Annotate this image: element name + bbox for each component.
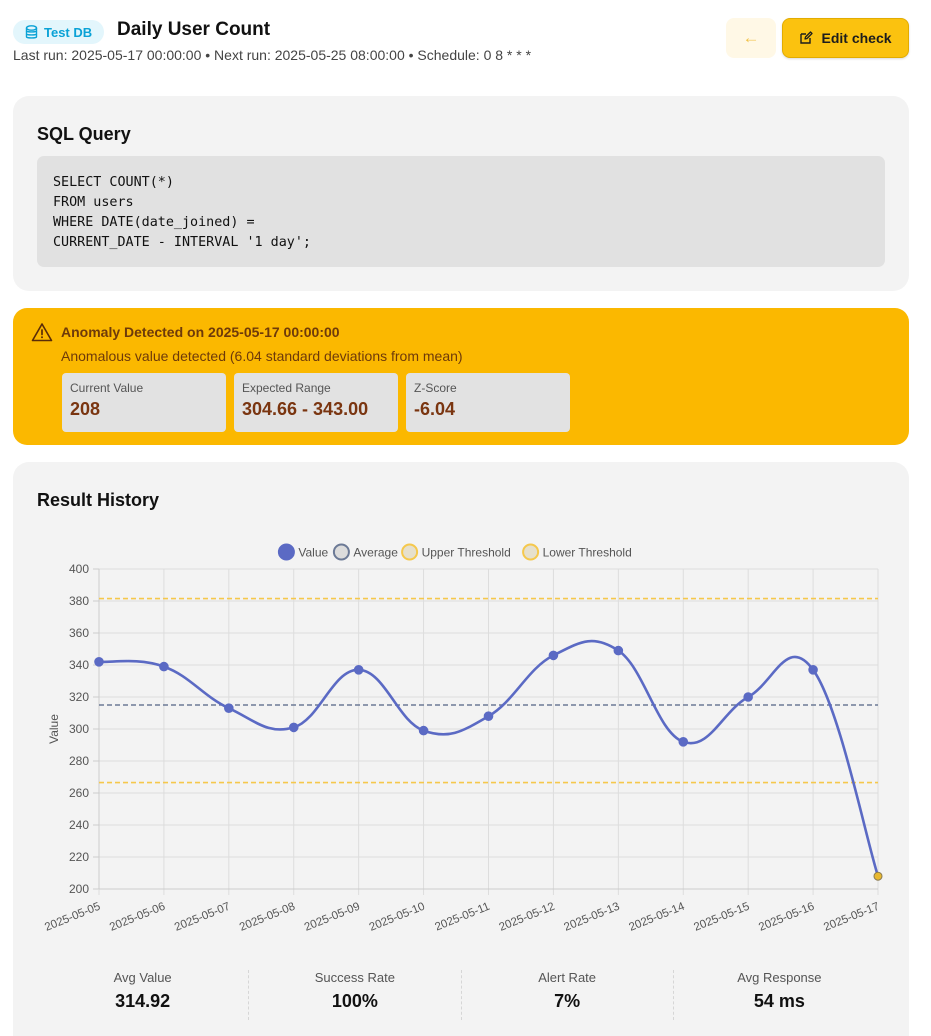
result-history-title: Result History xyxy=(37,490,160,510)
sql-query-title: SQL Query xyxy=(37,124,131,144)
legend-label: Average xyxy=(353,546,398,560)
x-tick-label: 2025-05-08 xyxy=(238,901,297,934)
sql-query-text: SELECT COUNT(*) FROM users WHERE DATE(da… xyxy=(53,175,311,250)
x-tick-label: 2025-05-11 xyxy=(433,901,491,934)
value-point xyxy=(418,725,429,736)
summary-label: Success Rate xyxy=(314,970,395,985)
database-icon xyxy=(25,24,38,39)
x-tick-label: 2025-05-07 xyxy=(173,901,232,934)
y-tick-label: 200 xyxy=(69,882,89,896)
check-header: Test DB Daily User Count Last run: 2025-… xyxy=(13,18,909,68)
summary-value: 7% xyxy=(554,991,581,1011)
alert-title: Anomaly Detected on 2025-05-17 00:00:00 xyxy=(61,324,340,340)
summary-alert-rate: Alert Rate 7% xyxy=(462,970,674,1020)
arrow-left-icon: ← xyxy=(742,28,760,47)
stat-label: Current Value xyxy=(70,381,144,395)
y-tick-label: 220 xyxy=(69,850,89,864)
y-tick-label: 300 xyxy=(69,722,89,736)
z-score-stat: Z-Score -6.04 xyxy=(406,373,570,432)
x-tick-label: 2025-05-15 xyxy=(692,901,751,934)
x-tick-label: 2025-05-17 xyxy=(822,901,881,934)
sql-query-card: SQL Query SELECT COUNT(*) FROM users WHE… xyxy=(13,96,909,291)
result-history-chart: Value Average Upper Threshold Lower Thresho… xyxy=(43,543,883,934)
value-point xyxy=(353,665,364,675)
legend-marker xyxy=(332,543,350,561)
y-tick-label: 360 xyxy=(69,626,89,640)
result-history-card: Result History Value Average Upper Thresho… xyxy=(13,462,909,1036)
value-point xyxy=(548,650,559,661)
expected-range-stat: Expected Range 304.66 - 343.00 xyxy=(234,373,398,432)
x-tick-label: 2025-05-06 xyxy=(108,901,167,934)
y-tick-label: 260 xyxy=(69,786,89,800)
summary-label: Alert Rate xyxy=(538,970,597,985)
summary-success-rate: Success Rate 100% xyxy=(249,970,462,1020)
value-point xyxy=(613,645,624,656)
summary-value: 314.92 xyxy=(115,991,171,1011)
value-point xyxy=(94,657,104,667)
legend-marker xyxy=(522,543,540,561)
stat-value: 208 xyxy=(70,399,101,419)
x-tick-label: 2025-05-14 xyxy=(627,900,687,933)
anomaly-point xyxy=(873,871,883,881)
x-tick-label: 2025-05-13 xyxy=(562,901,621,934)
stat-value: 304.66 - 343.00 xyxy=(242,399,369,419)
y-tick-label: 240 xyxy=(69,818,89,832)
legend-label: Value xyxy=(298,546,328,560)
legend-marker xyxy=(401,543,419,561)
x-tick-label: 2025-05-16 xyxy=(757,901,816,934)
x-tick-label: 2025-05-05 xyxy=(43,901,102,934)
edit-check-label: Edit check xyxy=(821,30,892,46)
value-point xyxy=(483,711,494,721)
warning-triangle-icon xyxy=(31,323,53,342)
summary-value: 54 ms xyxy=(753,991,805,1011)
value-point xyxy=(224,703,234,713)
value-point xyxy=(288,722,299,733)
value-point xyxy=(808,665,818,675)
stat-value: -6.04 xyxy=(414,399,456,419)
legend-label: Upper Threshold xyxy=(422,546,511,560)
legend-marker xyxy=(277,543,295,561)
history-summary: Avg Value 314.92 Success Rate 100% Alert… xyxy=(37,970,885,1020)
x-tick-label: 2025-05-12 xyxy=(498,901,557,934)
summary-avg-response: Avg Response 54 ms xyxy=(674,970,885,1020)
database-badge-label: Test DB xyxy=(44,24,93,40)
summary-label: Avg Value xyxy=(113,970,172,985)
summary-label: Avg Response xyxy=(737,970,822,985)
value-point xyxy=(743,692,753,702)
stat-label: Expected Range xyxy=(242,381,331,395)
y-axis-title: Value xyxy=(47,714,61,744)
edit-check-button[interactable]: Edit check xyxy=(782,18,909,58)
value-point xyxy=(159,661,169,672)
y-tick-label: 280 xyxy=(69,754,89,768)
database-badge[interactable]: Test DB xyxy=(13,20,105,44)
current-value-stat: Current Value 208 xyxy=(62,373,226,432)
value-point xyxy=(678,737,689,747)
run-schedule-info: Last run: 2025-05-17 00:00:00 • Next run… xyxy=(13,47,532,63)
anomaly-alert: Anomaly Detected on 2025-05-17 00:00:00 … xyxy=(13,308,909,445)
summary-avg-value: Avg Value 314.92 xyxy=(37,970,250,1020)
x-tick-label: 2025-05-09 xyxy=(303,901,362,934)
summary-value: 100% xyxy=(331,991,378,1011)
sql-code-block: SELECT COUNT(*) FROM users WHERE DATE(da… xyxy=(37,156,885,267)
y-tick-label: 380 xyxy=(69,594,89,608)
alert-subtitle: Anomalous value detected (6.04 standard … xyxy=(61,348,463,364)
stat-label: Z-Score xyxy=(414,381,457,395)
y-tick-label: 320 xyxy=(69,690,89,704)
page-title: Daily User Count xyxy=(117,19,271,40)
edit-icon xyxy=(800,31,814,44)
y-tick-label: 340 xyxy=(69,658,89,672)
back-button[interactable]: ← xyxy=(726,18,776,58)
x-tick-label: 2025-05-10 xyxy=(368,901,427,934)
y-tick-label: 400 xyxy=(69,562,89,576)
legend-label: Lower Threshold xyxy=(543,546,632,560)
